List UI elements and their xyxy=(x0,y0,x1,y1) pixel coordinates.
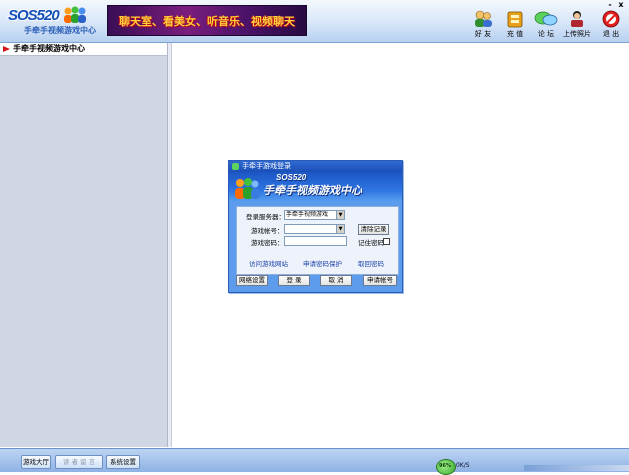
logo-text: SOS520 xyxy=(8,7,60,24)
login-dialog-app-icon xyxy=(232,163,239,170)
toolbar-recharge-label: 充 值 xyxy=(506,30,524,38)
recharge-icon xyxy=(507,11,523,28)
friends-icon xyxy=(475,10,492,27)
toolbar-friends-label: 好 友 xyxy=(474,30,492,38)
toolbar-forum-button[interactable]: 论 坛 xyxy=(531,10,561,40)
ad-banner[interactable]: 聊天室、看美女、听音乐、视频聊天 xyxy=(107,5,307,36)
toolbar-exit-button[interactable]: 退 出 xyxy=(596,10,626,40)
login-button[interactable]: 登 录 xyxy=(278,275,310,286)
login-banner-logo: SOS520 xyxy=(276,173,307,182)
tab-game-lobby[interactable]: 游戏大厅 xyxy=(21,455,51,469)
status-badge-text: 96% xyxy=(439,463,451,469)
remember-password-label: 记住密码 xyxy=(358,239,384,247)
logo-subtitle: 手牵手视频游戏中心 xyxy=(24,26,96,35)
password-field[interactable] xyxy=(284,236,347,246)
login-form: 登录服务器： 手牵手视频游戏 ▼ 游戏帐号： ▼ 清除记录 游戏密码： 记住密码… xyxy=(236,206,399,275)
tab-system-settings[interactable]: 系统设置 xyxy=(106,455,140,469)
exit-icon xyxy=(602,10,620,28)
minimize-button[interactable]: - xyxy=(606,1,614,9)
status-badge: 96% xyxy=(436,459,456,475)
chevron-down-icon: ▼ xyxy=(336,225,344,233)
toolbar-recharge-button[interactable]: 充 值 xyxy=(500,10,530,40)
password-label: 游戏密码： xyxy=(251,239,284,247)
status-strip xyxy=(524,465,629,471)
tab-guestbook[interactable]: 读 者 留 言 xyxy=(55,455,103,469)
cancel-button[interactable]: 取 消 xyxy=(320,275,352,286)
account-label: 游戏帐号： xyxy=(251,227,284,235)
logo-people-icon xyxy=(64,6,86,23)
chevron-down-icon: ▼ xyxy=(336,211,344,219)
login-dialog-titlebar[interactable]: 手牵手游戏登录 xyxy=(229,161,402,172)
visit-website-link[interactable]: 访问游戏网站 xyxy=(249,258,288,268)
retrieve-password-link[interactable]: 取回密码 xyxy=(358,258,384,268)
remember-password-checkbox[interactable] xyxy=(383,238,390,245)
account-combobox[interactable]: ▼ xyxy=(284,224,345,234)
sidebar-splitter[interactable] xyxy=(168,43,172,447)
app-logo: SOS520 手牵手视频游戏中心 xyxy=(4,4,99,38)
transfer-rate-text: 0K/S xyxy=(456,462,470,469)
server-select[interactable]: 手牵手视频游戏 ▼ xyxy=(284,210,345,220)
banner-text: 聊天室、看美女、听音乐、视频聊天 xyxy=(119,15,295,28)
login-dialog: 手牵手游戏登录 SOS520 手牵手视频游戏中心 登录服务器： 手牵手视频游戏 … xyxy=(228,160,403,293)
sidebar: 手牵手视频游戏中心 xyxy=(0,43,168,447)
toolbar-upload-photo-label: 上传照片 xyxy=(563,30,591,38)
login-banner-title: 手牵手视频游戏中心 xyxy=(263,184,362,197)
banner-people-icon xyxy=(235,178,260,199)
server-label: 登录服务器： xyxy=(246,213,285,221)
login-banner: SOS520 手牵手视频游戏中心 xyxy=(229,172,402,202)
upload-photo-icon xyxy=(571,11,583,27)
login-dialog-title: 手牵手游戏登录 xyxy=(242,162,291,170)
server-select-value: 手牵手视频游戏 xyxy=(286,211,329,218)
network-settings-button[interactable]: 网络设置 xyxy=(236,275,268,286)
sidebar-tree-root[interactable]: 手牵手视频游戏中心 xyxy=(0,43,167,56)
close-button[interactable]: x xyxy=(617,1,625,9)
register-account-button[interactable]: 申请帐号 xyxy=(363,275,397,286)
top-toolbar: SOS520 手牵手视频游戏中心 聊天室、看美女、听音乐、视频聊天 - x 好 … xyxy=(0,0,629,43)
clear-records-button[interactable]: 清除记录 xyxy=(358,224,389,235)
sidebar-title: 手牵手视频游戏中心 xyxy=(13,44,85,53)
password-protection-link[interactable]: 申请密码保护 xyxy=(303,258,342,268)
toolbar-forum-label: 论 坛 xyxy=(537,30,555,38)
tree-node-arrow-icon xyxy=(3,46,10,52)
toolbar-upload-photo-button[interactable]: 上传照片 xyxy=(562,10,592,40)
forum-icon xyxy=(534,11,558,26)
toolbar-friends-button[interactable]: 好 友 xyxy=(468,10,498,40)
toolbar-exit-label: 退 出 xyxy=(602,30,620,38)
